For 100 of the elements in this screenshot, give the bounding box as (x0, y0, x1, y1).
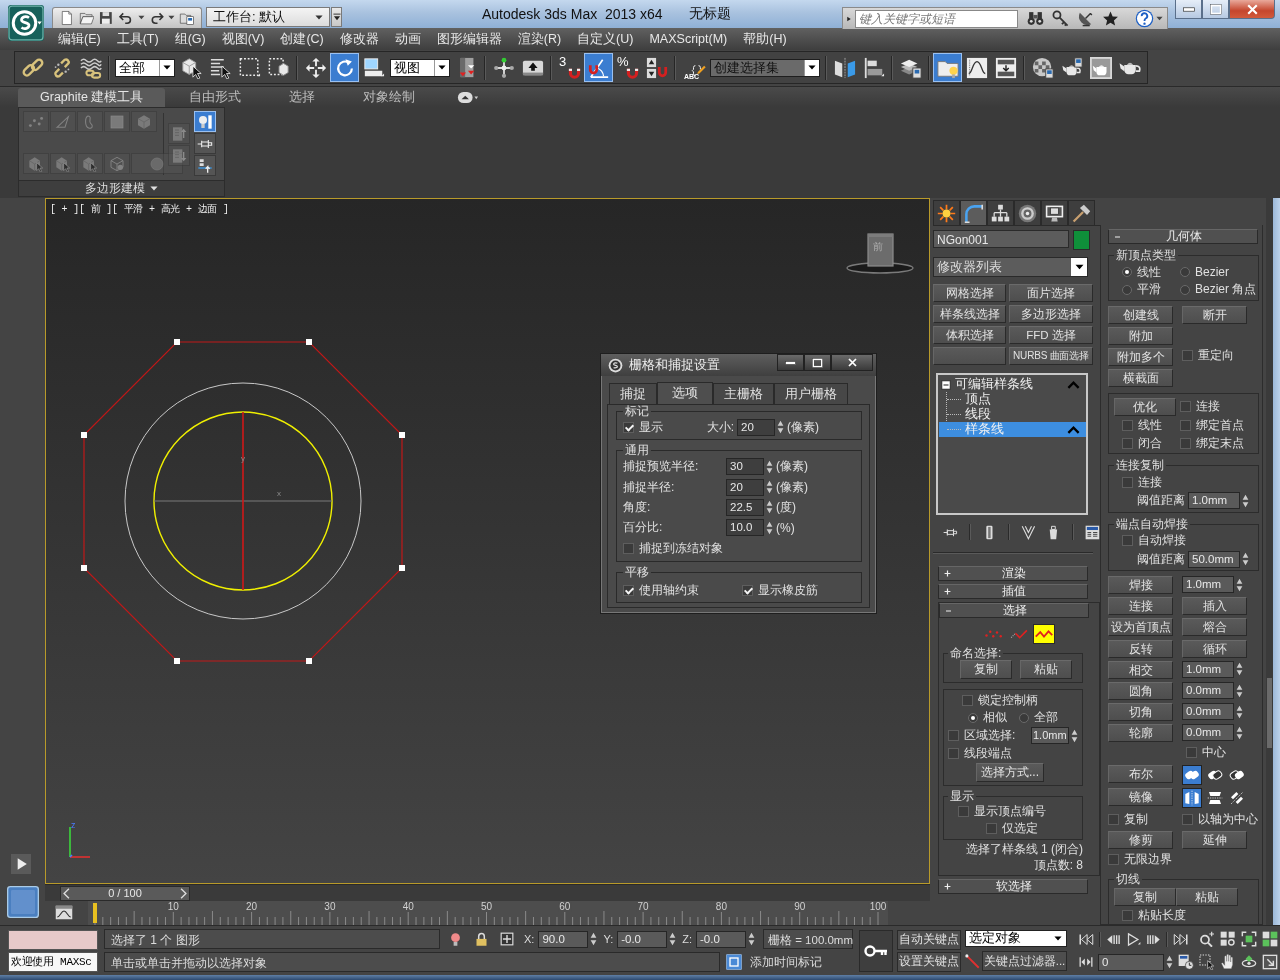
snap-button[interactable]: % (613, 53, 642, 82)
spinner-field[interactable]: 20 (737, 418, 775, 436)
geometry-button[interactable]: 连接 (1108, 597, 1173, 616)
time-slider-track[interactable]: 0 / 100 (45, 884, 930, 901)
ribbon-tab[interactable]: Graphite 建模工具 (18, 88, 166, 107)
menu-item[interactable]: 动画 (386, 30, 429, 48)
maximize-button[interactable] (804, 354, 831, 371)
toolbar-dropdown[interactable]: 全部 (115, 58, 175, 77)
command-panel-tab[interactable] (960, 200, 987, 225)
geometry-button[interactable]: 延伸 (1182, 830, 1247, 849)
radio-button[interactable] (1180, 284, 1190, 295)
minimize-button[interactable] (777, 354, 804, 371)
clock-document-icon[interactable] (1178, 954, 1194, 970)
crosshair-square-icon[interactable] (500, 932, 514, 946)
spinner-field[interactable]: 1.0mm (1031, 727, 1069, 744)
dialog-tab[interactable]: 选项 (657, 382, 713, 404)
search-field[interactable]: 键入关键字或短语 (855, 9, 1018, 28)
stack-item[interactable]: 顶点 (939, 392, 1086, 407)
geometry-button[interactable]: 焊接 (1108, 576, 1173, 595)
spinner-field[interactable]: 22.5 (726, 498, 764, 516)
spinner-arrows-icon[interactable] (1236, 683, 1243, 698)
modifier-list-dropdown[interactable]: 修改器列表 (933, 257, 1088, 277)
scrollbar-track[interactable] (1266, 198, 1273, 925)
spinner-arrows-icon[interactable] (1236, 662, 1243, 677)
checkbox[interactable] (623, 584, 634, 596)
spinner-arrows-icon[interactable] (1166, 955, 1173, 969)
vertex-handle[interactable] (306, 339, 312, 345)
geometry-button[interactable]: 熔合 (1182, 618, 1247, 637)
chevron-left-icon[interactable] (63, 887, 70, 899)
spinner-arrows-icon[interactable] (777, 420, 784, 434)
menu-item[interactable]: 组(G) (166, 30, 214, 48)
maximize-viewport-icon[interactable] (1262, 954, 1278, 970)
star-icon[interactable] (1102, 10, 1119, 27)
checkbox[interactable] (1182, 350, 1193, 362)
geometry-button[interactable]: 创建线 (1108, 305, 1173, 324)
geometry-button[interactable]: 反转 (1108, 639, 1173, 658)
spinner-field[interactable]: 50.0mm (1188, 550, 1240, 568)
ribbon-tab[interactable]: 对象绘制 (339, 88, 440, 107)
menu-item[interactable]: 视图(V) (213, 30, 273, 48)
help-icon[interactable] (1135, 9, 1154, 28)
checkbox[interactable] (948, 730, 959, 741)
checkbox[interactable] (962, 695, 973, 706)
spinner-field[interactable]: 0.0mm (1182, 703, 1234, 721)
explorer-button[interactable] (933, 53, 962, 82)
orbit-icon[interactable] (1241, 954, 1257, 970)
radio-button[interactable] (1180, 267, 1190, 277)
menu-item[interactable]: 帮助(H) (735, 30, 795, 48)
checkbox[interactable] (1186, 746, 1197, 758)
spinner-arrows-icon[interactable] (1242, 493, 1249, 508)
checkbox[interactable] (1108, 854, 1119, 866)
command-panel-tab[interactable] (933, 200, 960, 225)
toggle-button[interactable] (1182, 788, 1202, 809)
menu-item[interactable]: 修改器 (331, 30, 387, 48)
ribbon-tool-button[interactable] (194, 155, 216, 176)
app-logo-icon[interactable] (8, 5, 44, 41)
radio-button[interactable] (1122, 284, 1132, 295)
ribbon-tool-button[interactable] (194, 111, 216, 132)
new-document-icon[interactable] (59, 9, 75, 26)
view-cube-icon[interactable] (846, 233, 914, 274)
vertex-handle[interactable] (399, 565, 405, 571)
spinner-field[interactable]: 1.0mm (1182, 576, 1234, 594)
checkbox[interactable] (623, 542, 634, 554)
add-time-tag-text[interactable]: 添加时间标记 (748, 953, 822, 971)
ribbon-tool-button[interactable] (194, 133, 216, 154)
key-icon[interactable] (1052, 10, 1069, 27)
play-arrow-icon[interactable] (847, 14, 851, 23)
checkbox[interactable] (1122, 535, 1133, 547)
spinner-field[interactable]: 1.0mm (1182, 660, 1234, 678)
maxscript-input-field[interactable] (8, 929, 98, 950)
select-by-button[interactable]: 选择方式... (976, 763, 1044, 782)
geometry-button[interactable]: 圆角 (1108, 682, 1173, 700)
checkbox[interactable] (1122, 420, 1133, 432)
rollout-header[interactable]: 软选择 (938, 879, 1088, 894)
vertex-handle[interactable] (399, 432, 405, 438)
geometry-button[interactable]: 轮廓 (1108, 724, 1173, 743)
caret-down-icon[interactable] (168, 15, 176, 20)
angle-snap-button[interactable] (584, 53, 613, 82)
modifier-button[interactable]: FFD 选择 (1009, 326, 1093, 344)
key-mode-icon[interactable] (1079, 955, 1093, 969)
vertex-handle[interactable] (81, 565, 87, 571)
ribbon-panel-label[interactable]: 多边形建模 (19, 180, 224, 196)
checkbox[interactable] (948, 748, 959, 759)
modifier-button[interactable]: 体积选择 (933, 326, 1006, 344)
key-set-dropdown[interactable]: 选定对象 (965, 930, 1067, 947)
rollout-header[interactable]: 渲染 (938, 566, 1088, 581)
scrollbar-thumb[interactable] (1267, 678, 1272, 748)
rollout-header[interactable]: 几何体 (1108, 229, 1258, 244)
command-panel-tab[interactable] (1014, 200, 1041, 225)
play-icon[interactable] (1126, 931, 1141, 947)
ribbon-tab[interactable]: 自由形式 (165, 88, 266, 107)
stack-item[interactable]: 线段 (939, 407, 1086, 422)
geometry-button[interactable]: 镜像 (1108, 788, 1173, 807)
rollout-header[interactable]: 选择 (939, 603, 1089, 618)
set-key-button[interactable]: 设置关键点 (897, 951, 961, 972)
geometry-button[interactable]: 循环 (1182, 639, 1247, 658)
radio-button[interactable] (968, 712, 978, 723)
dialog-tab[interactable]: 主栅格 (713, 383, 774, 404)
toolbar-dropdown[interactable]: 视图 (390, 58, 450, 77)
toggle-button[interactable] (1182, 765, 1202, 786)
double-v-icon[interactable] (1020, 524, 1036, 540)
